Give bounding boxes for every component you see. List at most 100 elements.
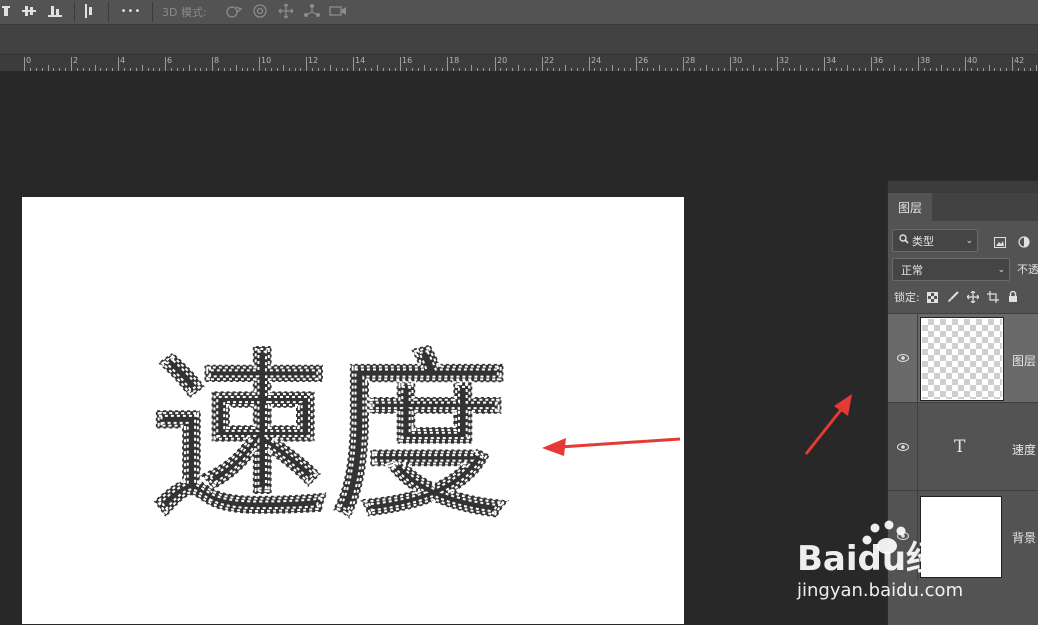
ruler-minor-tick xyxy=(912,68,913,71)
layer-row-layer1[interactable]: 图层 xyxy=(888,313,1038,402)
layer-filter-dropdown[interactable]: 类型 ⌄ xyxy=(892,229,978,252)
ruler-minor-tick xyxy=(900,68,901,71)
ruler-minor-tick xyxy=(800,65,801,71)
ruler-label: 6 xyxy=(167,56,173,65)
ruler-label: 4 xyxy=(120,56,126,65)
ruler-minor-tick xyxy=(753,65,754,71)
baidu-watermark: Baidu经验 jingyan.baidu.com xyxy=(795,520,995,614)
ruler-minor-tick xyxy=(277,68,278,71)
ruler-major-tick xyxy=(306,57,307,71)
options-bar: ••• 3D 模式: xyxy=(0,0,1038,25)
ruler-minor-tick xyxy=(971,68,972,71)
ruler-minor-tick xyxy=(1036,65,1037,71)
ruler-minor-tick xyxy=(436,68,437,71)
ruler-minor-tick xyxy=(412,68,413,71)
ruler-minor-tick xyxy=(424,65,425,71)
ruler-minor-tick xyxy=(53,68,54,71)
search-icon xyxy=(899,234,909,247)
ruler-label: 36 xyxy=(873,56,884,65)
pan-3d-icon[interactable] xyxy=(276,3,296,19)
ruler-minor-tick xyxy=(347,68,348,71)
ruler-minor-tick xyxy=(124,68,125,71)
ruler-minor-tick xyxy=(295,68,296,71)
ruler-minor-tick xyxy=(153,68,154,71)
chevron-down-icon: ⌄ xyxy=(997,264,1005,275)
ruler-minor-tick xyxy=(812,68,813,71)
ruler-minor-tick xyxy=(430,68,431,71)
separator xyxy=(152,2,153,22)
adjustment-filter-icon[interactable] xyxy=(1018,233,1030,252)
roll-3d-icon[interactable] xyxy=(250,3,270,19)
lock-move-icon[interactable] xyxy=(966,290,980,304)
ruler-minor-tick xyxy=(841,68,842,71)
ruler-minor-tick xyxy=(300,68,301,71)
lock-transparent-icon[interactable] xyxy=(926,290,940,304)
lock-row: 锁定: xyxy=(894,289,1020,305)
ruler-major-tick xyxy=(918,57,919,71)
ruler-major-tick xyxy=(542,57,543,71)
ruler-major-tick xyxy=(165,57,166,71)
ruler-minor-tick xyxy=(336,68,337,71)
ruler-minor-tick xyxy=(459,68,460,71)
3d-mode-label: 3D 模式: xyxy=(162,6,207,19)
image-filter-icon[interactable] xyxy=(994,233,1006,252)
lock-brush-icon[interactable] xyxy=(946,290,960,304)
ruler-minor-tick xyxy=(100,68,101,71)
ruler-minor-tick xyxy=(377,65,378,71)
align-top-icon[interactable] xyxy=(0,3,12,19)
ruler-minor-tick xyxy=(342,68,343,71)
ruler-minor-tick xyxy=(606,68,607,71)
ruler-label: 20 xyxy=(497,56,508,65)
ruler-minor-tick xyxy=(953,68,954,71)
ruler-minor-tick xyxy=(647,68,648,71)
ruler-minor-tick xyxy=(930,68,931,71)
separator xyxy=(74,2,75,22)
ruler-minor-tick xyxy=(877,68,878,71)
ruler-minor-tick xyxy=(383,68,384,71)
ruler-minor-tick xyxy=(783,68,784,71)
ruler-minor-tick xyxy=(324,68,325,71)
slide-3d-icon[interactable] xyxy=(302,3,322,19)
ruler-minor-tick xyxy=(694,68,695,71)
ruler-minor-tick xyxy=(500,68,501,71)
distribute-icon[interactable] xyxy=(84,3,94,19)
ruler-minor-tick xyxy=(330,65,331,71)
layer-row-text[interactable]: T 速度 xyxy=(888,402,1038,490)
ruler-major-tick xyxy=(965,57,966,71)
lock-all-icon[interactable] xyxy=(1006,290,1020,304)
chevron-down-icon: ⌄ xyxy=(965,235,973,246)
ruler-minor-tick xyxy=(465,68,466,71)
ruler-minor-tick xyxy=(230,68,231,71)
align-bottom-icon[interactable] xyxy=(48,3,62,19)
ruler-minor-tick xyxy=(65,68,66,71)
layer-name[interactable]: 背景 xyxy=(1012,529,1036,546)
ruler-label: 40 xyxy=(967,56,978,65)
lock-artboard-icon[interactable] xyxy=(986,290,1000,304)
layer-name[interactable]: 速度 xyxy=(1012,441,1036,458)
ruler-label: 22 xyxy=(544,56,555,65)
ruler-minor-tick xyxy=(736,68,737,71)
ruler-minor-tick xyxy=(477,68,478,71)
ruler-minor-tick xyxy=(983,68,984,71)
ruler-minor-tick xyxy=(742,68,743,71)
ruler-minor-tick xyxy=(659,65,660,71)
blend-mode-dropdown[interactable]: 正常 ⌄ xyxy=(892,258,1010,281)
ruler-minor-tick xyxy=(183,68,184,71)
ruler-minor-tick xyxy=(42,68,43,71)
ruler-major-tick xyxy=(259,57,260,71)
tab-layers[interactable]: 图层 xyxy=(888,193,932,222)
visibility-eye-icon[interactable] xyxy=(888,314,918,402)
layer-name[interactable]: 图层 xyxy=(1012,352,1036,369)
ruler-minor-tick xyxy=(442,68,443,71)
ruler-minor-tick xyxy=(395,68,396,71)
orbit-3d-icon[interactable] xyxy=(224,3,244,19)
camera-3d-icon[interactable] xyxy=(328,3,348,19)
more-options-button[interactable]: ••• xyxy=(120,3,142,19)
ruler-minor-tick xyxy=(506,68,507,71)
visibility-eye-icon[interactable] xyxy=(888,403,918,490)
ruler-major-tick xyxy=(447,57,448,71)
ruler-label: 8 xyxy=(214,56,220,65)
ruler-minor-tick xyxy=(624,68,625,71)
ruler-minor-tick xyxy=(700,68,701,71)
align-vcenter-icon[interactable] xyxy=(22,3,36,19)
